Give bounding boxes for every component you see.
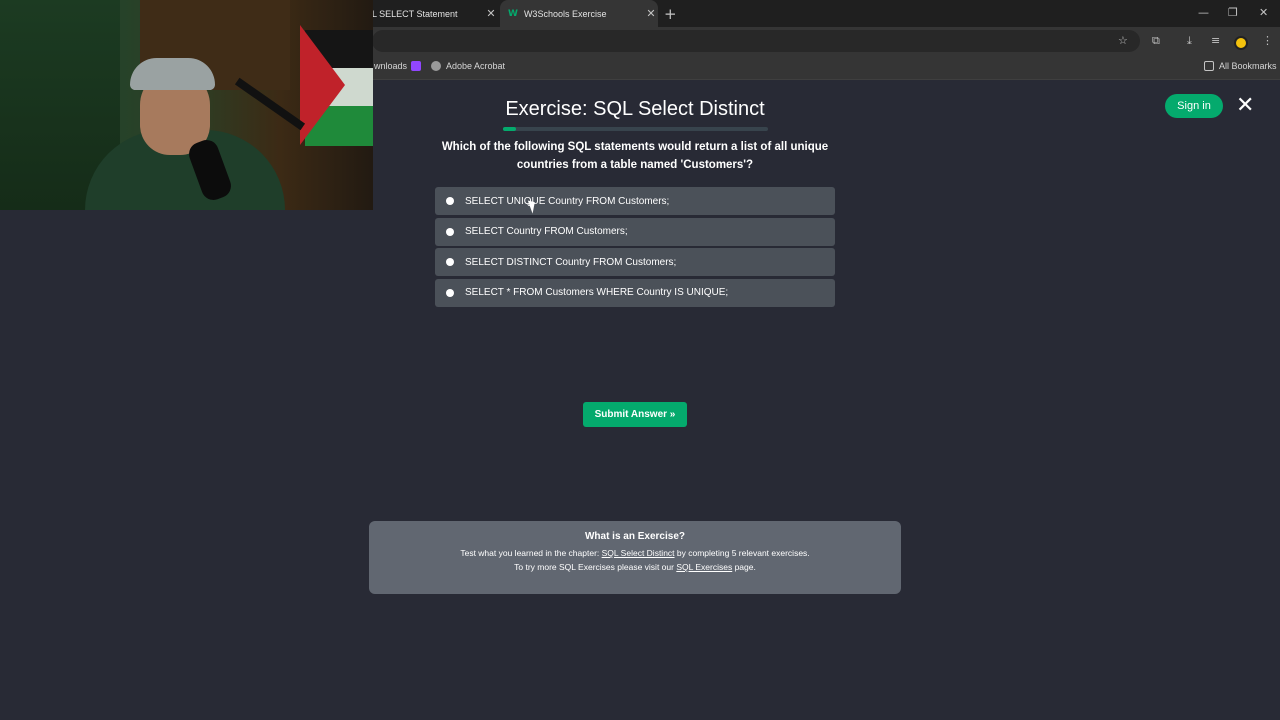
- info-text: To try more SQL Exercises please visit o…: [514, 562, 677, 572]
- tab-title: W3Schools Exercise: [523, 8, 607, 19]
- folder-icon: [1204, 61, 1214, 71]
- radio-button[interactable]: [446, 197, 454, 205]
- all-bookmarks-label: All Bookmarks: [1219, 61, 1277, 71]
- close-icon[interactable]: ✕: [1236, 93, 1254, 118]
- download-icon[interactable]: ⤓: [1187, 34, 1192, 48]
- progress-fill: [503, 127, 517, 131]
- profile-avatar[interactable]: [1234, 36, 1248, 50]
- exercise-info-box: What is an Exercise? Test what you learn…: [369, 521, 901, 594]
- radio-button[interactable]: [446, 227, 454, 236]
- radio-button[interactable]: [446, 288, 454, 297]
- flag-triangle-red: [300, 25, 345, 145]
- bookmark-star-icon[interactable]: ☆: [1118, 34, 1128, 47]
- globe-icon: [431, 61, 441, 71]
- answer-option[interactable]: SELECT UNIQUE Country FROM Customers;: [435, 187, 835, 215]
- sql-select-distinct-link[interactable]: SQL Select Distinct: [602, 548, 675, 558]
- extensions-icon[interactable]: ⧉: [1152, 34, 1160, 48]
- menu-kebab-icon[interactable]: ⋮: [1262, 34, 1273, 47]
- answer-option[interactable]: SELECT * FROM Customers WHERE Country IS…: [435, 278, 835, 307]
- info-line-2: To try more SQL Exercises please visit o…: [369, 560, 901, 574]
- answer-option-label: SELECT DISTINCT Country FROM Customers;: [465, 256, 677, 268]
- person-cap: [130, 58, 215, 90]
- browser-tab-sql-select[interactable]: L SELECT Statement ✕: [372, 0, 498, 27]
- new-tab-icon[interactable]: +: [664, 5, 677, 23]
- answer-option-label: SELECT UNIQUE Country FROM Customers;: [465, 195, 670, 207]
- sign-in-button[interactable]: Sign in: [1165, 94, 1223, 118]
- answer-option-label: SELECT Country FROM Customers;: [465, 226, 628, 237]
- info-text: Test what you learned in the chapter:: [460, 548, 602, 558]
- all-bookmarks[interactable]: All Bookmarks: [1204, 61, 1277, 71]
- bookmark-downloads[interactable]: wnloads: [374, 61, 407, 71]
- info-line-1: Test what you learned in the chapter: SQ…: [369, 546, 901, 560]
- address-bar[interactable]: ☆: [372, 30, 1140, 52]
- radio-button[interactable]: [446, 258, 454, 266]
- window-close-icon[interactable]: ✕: [1259, 6, 1268, 19]
- submit-answer-button[interactable]: Submit Answer »: [583, 402, 687, 427]
- media-controls-icon[interactable]: ≡: [1211, 34, 1220, 47]
- restore-icon[interactable]: ❐: [1228, 6, 1238, 19]
- answer-option[interactable]: SELECT Country FROM Customers;: [435, 217, 835, 246]
- twitch-icon: [411, 61, 421, 71]
- page-title: Exercise: SQL Select Distinct: [505, 98, 765, 120]
- tab-title: L SELECT Statement: [372, 8, 458, 19]
- bookmark-label: Adobe Acrobat: [446, 61, 506, 71]
- tab-close-icon[interactable]: ✕: [484, 7, 498, 20]
- browser-tab-w3schools-exercise[interactable]: W W3Schools Exercise ✕: [500, 0, 658, 27]
- info-text: by completing 5 relevant exercises.: [674, 548, 810, 558]
- bookmark-label: wnloads: [374, 61, 408, 71]
- info-title: What is an Exercise?: [584, 531, 686, 542]
- sql-exercises-link[interactable]: SQL Exercises: [676, 562, 732, 572]
- exercise-progress-bar: [503, 127, 768, 131]
- answer-options: SELECT UNIQUE Country FROM Customers; SE…: [435, 187, 835, 309]
- answer-option-label: SELECT * FROM Customers WHERE Country IS…: [465, 287, 729, 298]
- bookmark-twitch[interactable]: [411, 61, 426, 71]
- minimize-icon[interactable]: —: [1198, 6, 1209, 19]
- w3schools-favicon-icon: W: [508, 8, 518, 19]
- answer-option[interactable]: SELECT DISTINCT Country FROM Customers;: [435, 248, 835, 276]
- info-text: page.: [732, 562, 756, 572]
- question-text: Which of the following SQL statements wo…: [441, 141, 829, 171]
- bookmark-adobe-acrobat[interactable]: Adobe Acrobat: [431, 61, 505, 71]
- tab-close-icon[interactable]: ✕: [644, 7, 658, 20]
